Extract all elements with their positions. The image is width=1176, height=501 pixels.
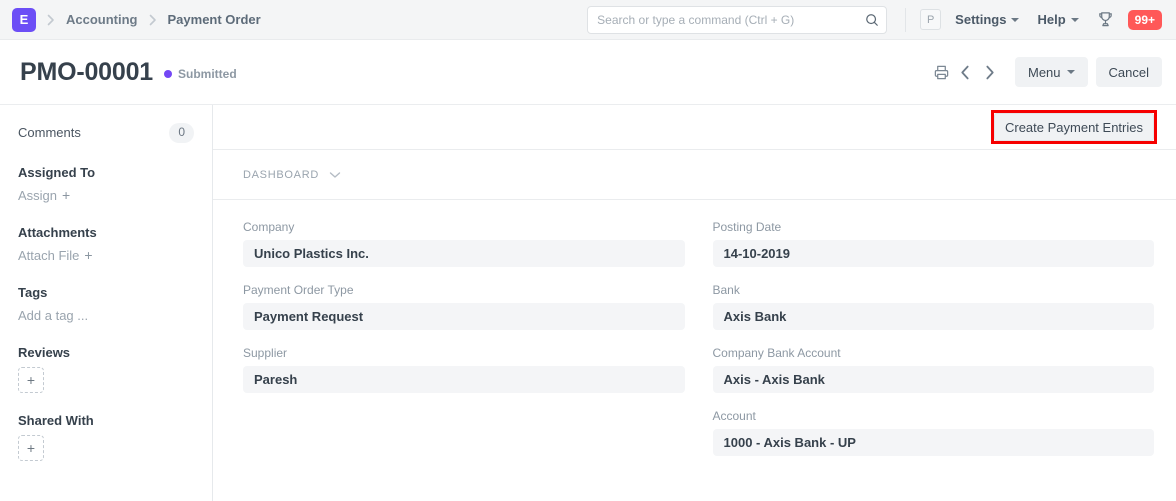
sidebar-reviews-label: Reviews — [18, 344, 71, 360]
attach-file-button[interactable]: Attach File + — [18, 247, 93, 263]
field-company-bank-account-value[interactable]: Axis - Axis Bank — [712, 366, 1154, 393]
sidebar-section-tags: Tags Add a tag ... — [18, 285, 212, 325]
chevron-right-icon — [138, 14, 168, 26]
print-icon[interactable] — [929, 60, 953, 84]
field-account: Account 1000 - Axis Bank - UP — [712, 409, 1154, 456]
search-input[interactable] — [587, 5, 888, 34]
field-account-value[interactable]: 1000 - Axis Bank - UP — [712, 429, 1154, 456]
chevron-down-icon — [1070, 17, 1079, 22]
sidebar-shared-with-label: Shared With — [18, 412, 94, 428]
breadcrumb-item-payment-order[interactable]: Payment Order — [168, 12, 261, 27]
field-payment-order-type-label: Payment Order Type — [243, 283, 354, 297]
main-content: Create Payment Entries DASHBOARD Company… — [213, 105, 1176, 501]
plus-icon: + — [62, 187, 71, 204]
add-tag-input[interactable]: Add a tag ... — [18, 308, 88, 323]
add-review-button[interactable]: + — [18, 366, 44, 393]
navbar-divider — [905, 7, 907, 32]
field-bank-value[interactable]: Axis Bank — [712, 303, 1154, 330]
sidebar-item-comments[interactable]: Comments 0 — [18, 123, 212, 143]
nav-item-help[interactable]: Help — [1037, 12, 1079, 27]
field-payment-order-type: Payment Order Type Payment Request — [243, 283, 685, 330]
field-supplier-value[interactable]: Paresh — [243, 366, 685, 393]
nav-item-settings-label: Settings — [955, 12, 1007, 27]
field-bank-label: Bank — [712, 283, 740, 297]
notification-badge[interactable]: 99+ — [1127, 9, 1162, 30]
status-label: Submitted — [178, 66, 237, 81]
chevron-left-icon[interactable] — [953, 60, 977, 84]
trophy-icon[interactable] — [1097, 11, 1114, 28]
field-company-bank-account-label: Company Bank Account — [712, 346, 841, 360]
menu-button-label: Menu — [1028, 64, 1061, 80]
nav-item-help-label: Help — [1037, 12, 1066, 27]
page-header-actions: Menu Cancel — [929, 57, 1162, 87]
avatar[interactable]: P — [920, 9, 942, 30]
sidebar-assigned-to-label: Assigned To — [18, 164, 96, 180]
breadcrumb: E Accounting Payment Order — [12, 7, 261, 32]
app-logo-icon[interactable]: E — [12, 7, 36, 32]
navbar-right-group: P Settings Help 99+ — [587, 5, 1162, 34]
page-title: PMO-00001 — [20, 57, 153, 86]
chevron-right-icon[interactable] — [977, 60, 1001, 84]
cancel-button[interactable]: Cancel — [1095, 57, 1162, 87]
chevron-down-icon — [1011, 17, 1020, 22]
search-box — [587, 5, 888, 34]
sidebar-section-shared-with: Shared With + — [18, 413, 212, 461]
assign-button-label: Assign — [18, 187, 58, 203]
chevron-right-icon — [36, 14, 66, 26]
field-supplier-label: Supplier — [243, 346, 288, 360]
page-body: Comments 0 Assigned To Assign + Attachme… — [0, 105, 1176, 501]
page-header: PMO-00001 Submitted Menu Cancel — [0, 40, 1176, 105]
assign-button[interactable]: Assign + — [18, 187, 70, 203]
chevron-down-icon — [329, 171, 341, 179]
field-company-value[interactable]: Unico Plastics Inc. — [243, 240, 685, 267]
form-column-left: Company Unico Plastics Inc. Payment Orde… — [243, 220, 685, 472]
sidebar-section-assigned-to: Assigned To Assign + — [18, 165, 212, 205]
sidebar: Comments 0 Assigned To Assign + Attachme… — [0, 105, 213, 501]
field-bank: Bank Axis Bank — [712, 283, 1154, 330]
field-account-label: Account — [712, 409, 756, 423]
sidebar-comments-label: Comments — [18, 125, 81, 141]
status-dot-icon — [164, 69, 172, 78]
top-navbar: E Accounting Payment Order P Settings He… — [0, 0, 1176, 40]
field-posting-date-label: Posting Date — [712, 220, 782, 234]
field-company-bank-account: Company Bank Account Axis - Axis Bank — [712, 346, 1154, 393]
add-shared-with-button[interactable]: + — [18, 434, 44, 461]
menu-button[interactable]: Menu — [1015, 57, 1088, 87]
sidebar-tags-label: Tags — [18, 284, 48, 300]
field-company: Company Unico Plastics Inc. — [243, 220, 685, 267]
field-supplier: Supplier Paresh — [243, 346, 685, 393]
field-posting-date: Posting Date 14-10-2019 — [712, 220, 1154, 267]
comments-count-badge: 0 — [169, 123, 194, 143]
field-payment-order-type-value[interactable]: Payment Request — [243, 303, 685, 330]
nav-item-settings[interactable]: Settings — [955, 12, 1020, 27]
sidebar-section-reviews: Reviews + — [18, 345, 212, 393]
field-posting-date-value[interactable]: 14-10-2019 — [712, 240, 1154, 267]
dashboard-section-header[interactable]: DASHBOARD — [213, 150, 1176, 200]
form-grid: Company Unico Plastics Inc. Payment Orde… — [213, 200, 1176, 472]
dashboard-section-label: DASHBOARD — [243, 168, 319, 181]
document-toolbar: Create Payment Entries — [213, 105, 1176, 150]
breadcrumb-item-accounting[interactable]: Accounting — [66, 12, 138, 27]
sidebar-attachments-label: Attachments — [18, 224, 97, 240]
highlight-outline: Create Payment Entries — [990, 110, 1157, 144]
plus-icon: + — [84, 247, 93, 264]
chevron-down-icon — [1066, 70, 1075, 74]
attach-file-button-label: Attach File — [18, 247, 80, 263]
form-column-right: Posting Date 14-10-2019 Bank Axis Bank C… — [712, 220, 1154, 472]
status-badge: Submitted — [164, 64, 237, 81]
sidebar-section-attachments: Attachments Attach File + — [18, 225, 212, 265]
field-company-label: Company — [243, 220, 295, 234]
create-payment-entries-button[interactable]: Create Payment Entries — [993, 113, 1154, 141]
